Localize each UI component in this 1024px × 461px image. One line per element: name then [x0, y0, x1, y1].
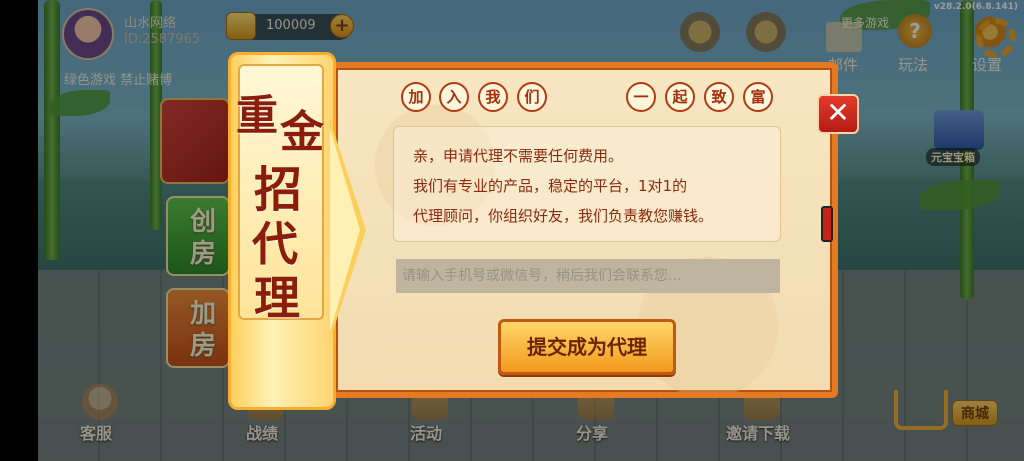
slogan-char: 们 — [517, 82, 547, 112]
close-icon[interactable]: ✕ — [817, 94, 859, 134]
contact-input[interactable] — [396, 259, 780, 293]
slogan-char: 我 — [478, 82, 508, 112]
banner-title-char: 理 — [254, 271, 300, 325]
scroll-handle[interactable] — [821, 206, 833, 242]
message-line: 亲，申请代理不需要任何费用。 — [413, 147, 624, 165]
screen-edge — [0, 0, 38, 461]
submit-agent-button[interactable]: 提交成为代理 — [498, 319, 676, 375]
message-line: 代理顾问，你组织好友，我们负责教您赚钱。 — [413, 207, 714, 225]
slogan-char: 加 — [401, 82, 431, 112]
banner-title-char: 重 — [236, 91, 279, 140]
game-lobby: 山水网络 ID:2587965 绿色游戏 禁止赌博 100009 + v28.2… — [0, 0, 1024, 461]
slogan-char: 入 — [439, 82, 469, 112]
message-line: 我们有专业的产品，稳定的平台，1对1的 — [413, 177, 688, 195]
slogan-char: 一 — [626, 82, 656, 112]
slogan-char: 起 — [665, 82, 695, 112]
slogan-char: 富 — [743, 82, 773, 112]
slogan-char: 致 — [704, 82, 734, 112]
banner-arrow-inner — [330, 128, 360, 332]
